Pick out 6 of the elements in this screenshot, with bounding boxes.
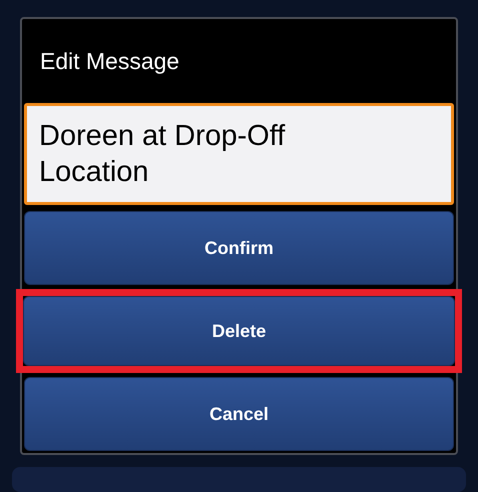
- dialog-button[interactable]: Delete: [23, 296, 455, 366]
- message-field[interactable]: Doreen at Drop-Off Location: [24, 103, 454, 206]
- dialog-title: Edit Message: [40, 47, 180, 76]
- dialog-button[interactable]: Confirm: [24, 211, 454, 286]
- dialog-button[interactable]: Cancel: [24, 377, 454, 452]
- list-item[interactable]: [12, 467, 466, 492]
